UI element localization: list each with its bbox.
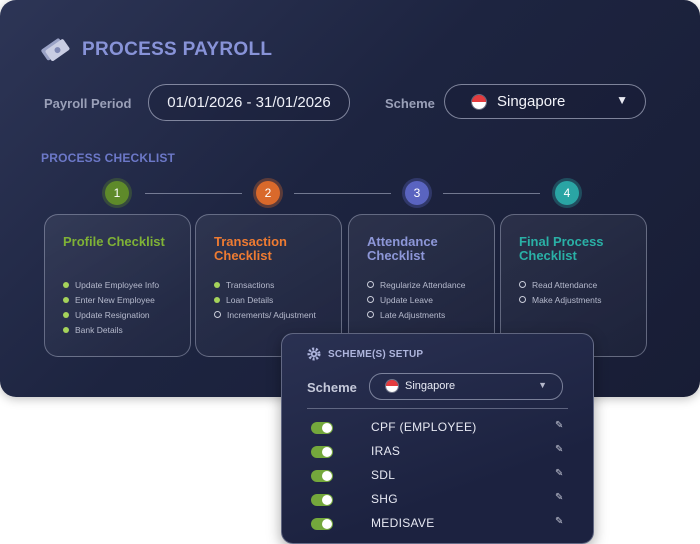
checklist-item: Bank Details [63,323,159,338]
unchecked-dot-icon [519,296,526,304]
scheme-setup-popup: SCHEME(S) SETUP Scheme Singapore ▼ CPF (… [281,333,594,544]
scheme-item-label: SHG [371,492,398,506]
scheme-item-row: SHG ✎ [311,492,571,508]
toggle-knob [322,447,332,457]
scheme-label: Scheme [307,380,357,395]
checked-dot-icon [214,296,220,303]
edit-icon[interactable]: ✎ [555,444,563,455]
toggle-knob [322,519,332,529]
process-checklist-heading: PROCESS CHECKLIST [41,151,176,165]
card-title: Profile Checklist [63,234,165,249]
scheme-item-label: MEDISAVE [371,516,435,530]
scheme-item-label: IRAS [371,444,401,458]
checklist-item: Late Adjustments [367,308,466,323]
unchecked-dot-icon [367,311,374,319]
edit-icon[interactable]: ✎ [555,516,563,527]
divider [307,408,568,409]
scheme-item-row: MEDISAVE ✎ [311,516,571,532]
gear-icon [307,347,321,361]
card-title: Transaction Checklist [214,234,287,263]
checklist-items: Read Attendance Make Adjustments [519,278,601,308]
checklist-item: Transactions [214,278,316,293]
checklist-item-label: Enter New Employee [75,295,155,305]
scheme-item-toggle[interactable] [311,494,333,506]
checklist-item-label: Transactions [226,280,275,290]
checklist-item: Update Leave [367,293,466,308]
checked-dot-icon [63,281,69,288]
scheme-item-toggle[interactable] [311,446,333,458]
edit-icon[interactable]: ✎ [555,492,563,503]
checklist-item: Regularize Attendance [367,278,466,293]
scheme-item-row: IRAS ✎ [311,444,571,460]
checklist-item: Update Resignation [63,308,159,323]
checklist-items: Update Employee Info Enter New Employee Up… [63,278,159,338]
checklist-item-label: Loan Details [226,295,274,305]
step-connector [443,193,540,194]
step-4-badge[interactable]: 4 [555,181,579,205]
toggle-knob [322,471,332,481]
step-connector [294,193,391,194]
checklist-item-label: Late Adjustments [380,310,446,320]
scheme-item-label: CPF (EMPLOYEE) [371,420,477,434]
unchecked-dot-icon [214,311,221,319]
checklist-item-label: Increments/ Adjustment [227,310,316,320]
step-connector [145,193,242,194]
unchecked-dot-icon [519,281,526,289]
card-title: Attendance Checklist [367,234,438,263]
checklist-item: Enter New Employee [63,293,159,308]
toggle-knob [322,423,332,433]
chevron-down-icon: ▼ [538,380,547,390]
unchecked-dot-icon [367,296,374,304]
checked-dot-icon [63,311,69,318]
checklist-item-label: Regularize Attendance [380,280,466,290]
scheme-label: Scheme [385,96,435,111]
scheme-item-toggle[interactable] [311,518,333,530]
scheme-item-label: SDL [371,468,396,482]
scheme-setup-select-value: Singapore [405,380,456,392]
profile-checklist-card[interactable]: Profile Checklist Update Employee Info En… [44,214,191,357]
scheme-item-toggle[interactable] [311,470,333,482]
payroll-period-field[interactable]: 01/01/2026 - 31/01/2026 [148,84,350,121]
step-2-badge[interactable]: 2 [256,181,280,205]
checked-dot-icon [63,296,69,303]
checklist-item-label: Update Leave [380,295,433,305]
scheme-item-toggle[interactable] [311,422,333,434]
money-icon [41,38,70,61]
toggle-knob [322,495,332,505]
step-3-badge[interactable]: 3 [405,181,429,205]
checked-dot-icon [214,281,220,288]
checklist-item: Increments/ Adjustment [214,308,316,323]
checklist-item: Read Attendance [519,278,601,293]
checklist-items: Transactions Loan Details Increments/ Adju… [214,278,316,323]
checklist-item-label: Make Adjustments [532,295,602,305]
step-1-badge[interactable]: 1 [105,181,129,205]
chevron-down-icon: ▼ [616,93,628,107]
unchecked-dot-icon [367,281,374,289]
payroll-period-label: Payroll Period [44,96,132,111]
scheme-item-row: SDL ✎ [311,468,571,484]
scheme-select-value: Singapore [497,93,566,110]
edit-icon[interactable]: ✎ [555,420,563,431]
checklist-item-label: Bank Details [75,325,123,335]
checked-dot-icon [63,326,69,333]
checklist-items: Regularize Attendance Update Leave Late Ad… [367,278,466,323]
scheme-item-row: CPF (EMPLOYEE) ✎ [311,420,571,436]
card-title: Final Process Checklist [519,234,604,263]
checklist-item: Loan Details [214,293,316,308]
checklist-item-label: Update Resignation [75,310,150,320]
checklist-item-label: Update Employee Info [75,280,160,290]
scheme-setup-select[interactable]: Singapore ▼ [369,373,563,400]
checklist-item-label: Read Attendance [532,280,598,290]
scheme-select[interactable]: Singapore ▼ [444,84,646,119]
edit-icon[interactable]: ✎ [555,468,563,479]
singapore-flag-icon [472,95,486,109]
singapore-flag-icon [386,380,398,392]
checklist-item: Update Employee Info [63,278,159,293]
page-title: PROCESS PAYROLL [82,39,273,60]
checklist-item: Make Adjustments [519,293,601,308]
scheme-setup-title: SCHEME(S) SETUP [328,349,424,360]
